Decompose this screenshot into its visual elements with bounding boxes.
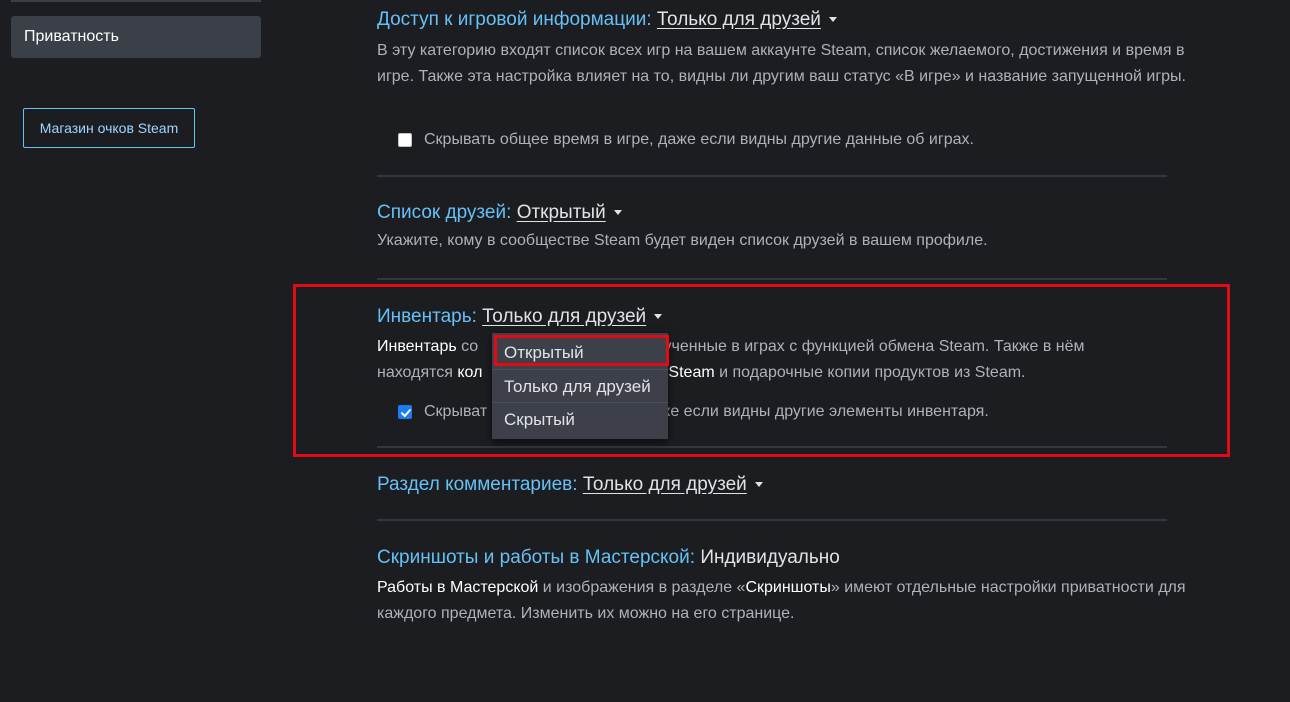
screenshots-value: Индивидуально [700, 547, 840, 568]
chevron-down-icon[interactable] [828, 17, 837, 23]
chevron-down-icon[interactable] [754, 482, 763, 488]
hide-playtime-label: Скрывать общее время в игре, даже если в… [424, 131, 974, 148]
friends-list-section: Список друзей: Открытый Укажите, кому в … [377, 201, 1227, 254]
section-divider [377, 446, 1167, 448]
game-details-section: Доступ к игровой информации: Только для … [377, 8, 1227, 148]
comments-title: Раздел комментариев: Только для друзей [377, 473, 1227, 497]
screenshots-section: Скриншоты и работы в Мастерской: Индивид… [377, 546, 1227, 627]
inventory-title: Инвентарь: Только для друзей [377, 305, 1227, 329]
chevron-down-icon[interactable] [654, 314, 663, 320]
inventory-dropdown-menu: Открытый Только для друзей Скрытый [492, 333, 668, 439]
sidebar-divider [11, 0, 261, 2]
sidebar-item-privacy[interactable]: Приватность [11, 16, 261, 58]
dropdown-option-friends-only[interactable]: Только для друзей [492, 369, 668, 402]
inventory-desc-text: со [456, 338, 479, 355]
screenshots-description: Работы в Мастерской и изображения в разд… [377, 575, 1207, 627]
dropdown-option-public[interactable]: Открытый [492, 336, 668, 369]
screenshots-desc-bold: Работы в Мастерской [377, 579, 539, 596]
friends-list-description: Укажите, кому в сообществе Steam будет в… [377, 232, 988, 249]
section-divider [377, 519, 1167, 521]
inventory-desc-bold: Steam [668, 364, 715, 381]
checkmark-icon [401, 409, 411, 417]
game-details-description: В эту категорию входят список всех игр н… [377, 42, 1186, 85]
screenshots-title: Скриншоты и работы в Мастерской: Индивид… [377, 546, 1227, 570]
inventory-desc-text: и подарочные копии продуктов из Steam. [714, 364, 1026, 381]
section-divider [377, 278, 1167, 280]
points-shop-button[interactable]: Магазин очков Steam [23, 108, 195, 148]
dropdown-option-private[interactable]: Скрытый [492, 402, 668, 435]
hide-playtime-checkbox[interactable] [398, 133, 412, 147]
section-divider [377, 175, 1167, 177]
inventory-label: Инвентарь: [377, 306, 477, 327]
inventory-dropdown[interactable]: Только для друзей [482, 306, 646, 327]
friends-list-dropdown[interactable]: Открытый [517, 202, 606, 223]
friends-list-label: Список друзей: [377, 202, 512, 223]
screenshots-desc-bold: Скриншоты [745, 579, 831, 596]
inventory-desc-bold: кол [457, 364, 483, 381]
hide-inventory-checkbox[interactable] [398, 405, 412, 419]
screenshots-label: Скриншоты и работы в Мастерской: [377, 547, 696, 568]
inventory-desc-bold: Инвентарь [377, 338, 457, 355]
friends-list-title: Список друзей: Открытый [377, 201, 1227, 225]
inventory-desc-text: находятся [377, 364, 458, 381]
screenshots-desc-text: и изображения в разделе « [538, 579, 746, 596]
chevron-down-icon[interactable] [613, 210, 622, 216]
inventory-desc-text: лученные в играх с функцией обмена Steam… [654, 338, 1085, 355]
game-details-label: Доступ к игровой информации: [377, 9, 652, 30]
hide-inventory-label-part: Скрыват [424, 403, 488, 420]
hide-inventory-label-part: ке если видны другие элементы инвентаря. [663, 403, 989, 420]
game-details-title: Доступ к игровой информации: Только для … [377, 8, 1227, 32]
comments-section: Раздел комментариев: Только для друзей [377, 473, 1227, 497]
game-details-dropdown[interactable]: Только для друзей [657, 9, 821, 30]
comments-dropdown[interactable]: Только для друзей [583, 474, 747, 495]
comments-label: Раздел комментариев: [377, 474, 578, 495]
